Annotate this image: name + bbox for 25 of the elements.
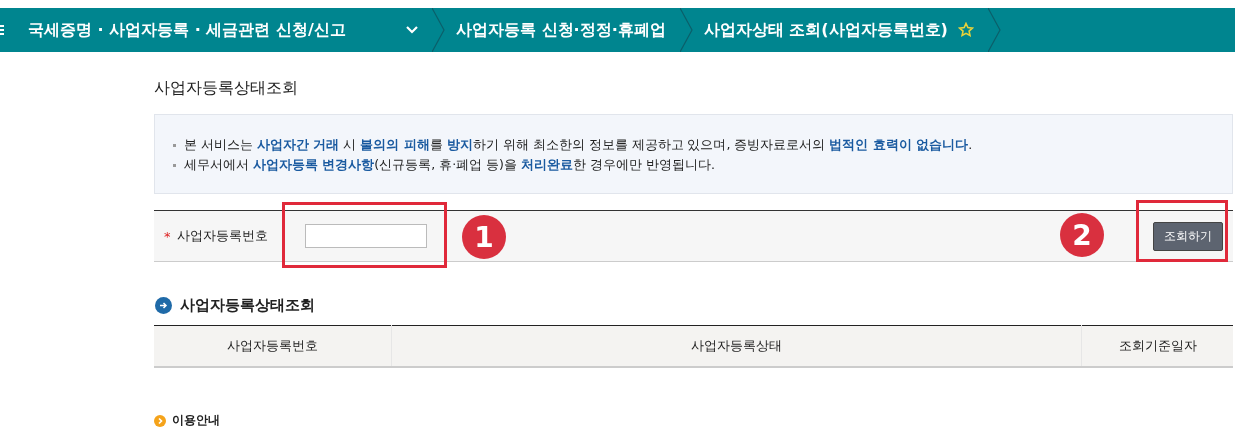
- section-title: 사업자등록상태조회: [180, 296, 315, 315]
- breadcrumb-separator: [679, 8, 694, 52]
- chevron-down-icon[interactable]: [406, 26, 418, 34]
- star-icon[interactable]: [957, 22, 974, 38]
- step-marker: 1: [462, 215, 506, 259]
- menu-icon[interactable]: [0, 24, 6, 36]
- column-header: 사업자등록상태: [391, 325, 1082, 367]
- breadcrumb-separator: [432, 8, 446, 52]
- chevron-right-icon: [154, 414, 166, 427]
- column-header: 사업자등록번호: [154, 325, 392, 367]
- page-title: 사업자등록상태조회: [154, 78, 299, 99]
- notice-text: 세무서에서 사업자등록 변경사항(신규등록, 휴·폐업 등)을 처리완료한 경우에만 반영됩니다.: [184, 156, 715, 174]
- column-header: 조회기준일자: [1081, 325, 1233, 367]
- breadcrumb-separator: [987, 8, 1002, 52]
- search-button[interactable]: 조회하기: [1153, 221, 1223, 251]
- step-marker: 2: [1060, 213, 1104, 257]
- input-field[interactable]: [304, 224, 427, 248]
- breadcrumb-link[interactable]: 사업자등록 신청·정정·휴폐업: [456, 19, 666, 41]
- arrow-right-icon: [155, 297, 172, 314]
- section-title: 이용안내: [172, 412, 220, 429]
- field-label: 사업자등록번호: [176, 227, 269, 245]
- breadcrumb-current: 사업자상태 조회(사업자등록번호): [703, 19, 948, 41]
- notice-text: 본 서비스는 사업자간 거래 시 불의의 피해를 방지하기 위해 최소한의 정보를 제공하고 있으며, 증빙자료로서의 법적인 효력이 없습니다.: [184, 136, 973, 154]
- breadcrumb-menu-label[interactable]: 국세증명 · 사업자등록 · 세금관련 신청/신고: [28, 19, 346, 41]
- required-mark: *: [164, 228, 171, 244]
